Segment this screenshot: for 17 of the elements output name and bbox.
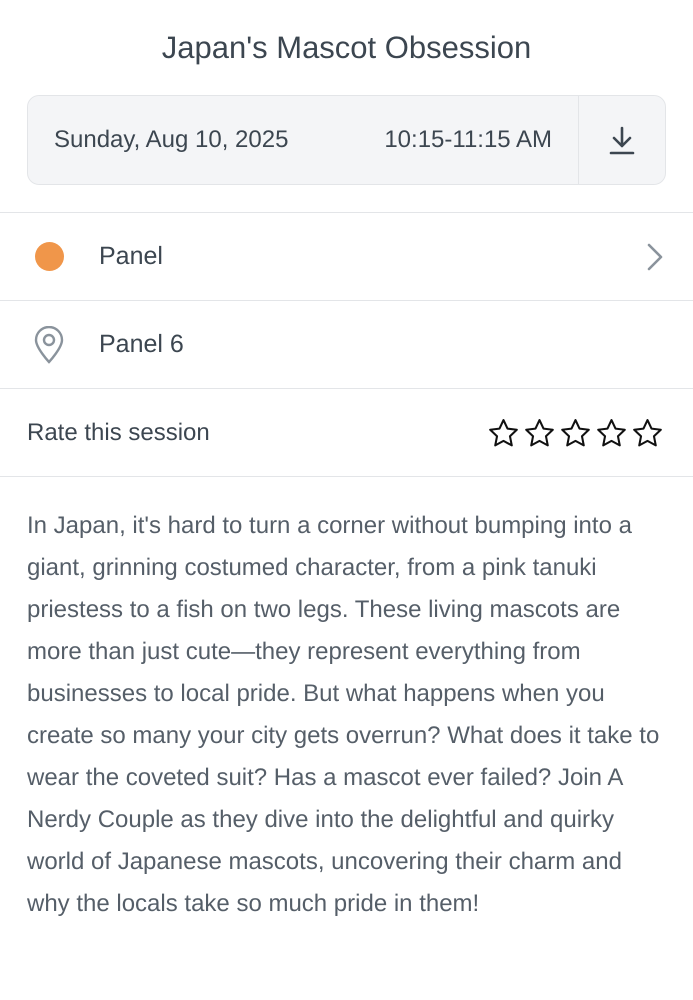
download-icon <box>608 125 636 155</box>
map-pin-icon <box>33 326 65 364</box>
star-icon[interactable] <box>560 418 591 448</box>
session-description: In Japan, it's hard to turn a corner without bumping into a giant, grinning costumed character, from a pink tanuki priestess to a fish on two legs. These living mascots are more than just cute—they represent everything from businesses to local pride. But what happens when you create so many your city gets overrun? What does it take to wear the coveted suit? Has a mascot ever failed? Join A Nerdy Couple as they dive into the delightful and quirky world of Japanese mascots, uncovering their charm and why the locals take so much pride in them! <box>27 511 660 919</box>
rating-label: Rate this session <box>27 418 210 448</box>
session-time: 10:15-11:15 AM <box>384 125 552 155</box>
star-icon[interactable] <box>596 418 627 448</box>
star-rating[interactable] <box>488 418 663 448</box>
track-row[interactable]: Panel <box>0 213 693 301</box>
star-icon[interactable] <box>488 418 519 448</box>
star-icon[interactable] <box>524 418 555 448</box>
star-icon[interactable] <box>632 418 663 448</box>
location-label: Panel 6 <box>99 328 184 360</box>
page-title: Japan's Mascot Obsession <box>160 29 532 67</box>
track-label: Panel <box>99 240 163 272</box>
session-date: Sunday, Aug 10, 2025 <box>54 125 288 155</box>
chevron-right-icon <box>647 242 663 270</box>
